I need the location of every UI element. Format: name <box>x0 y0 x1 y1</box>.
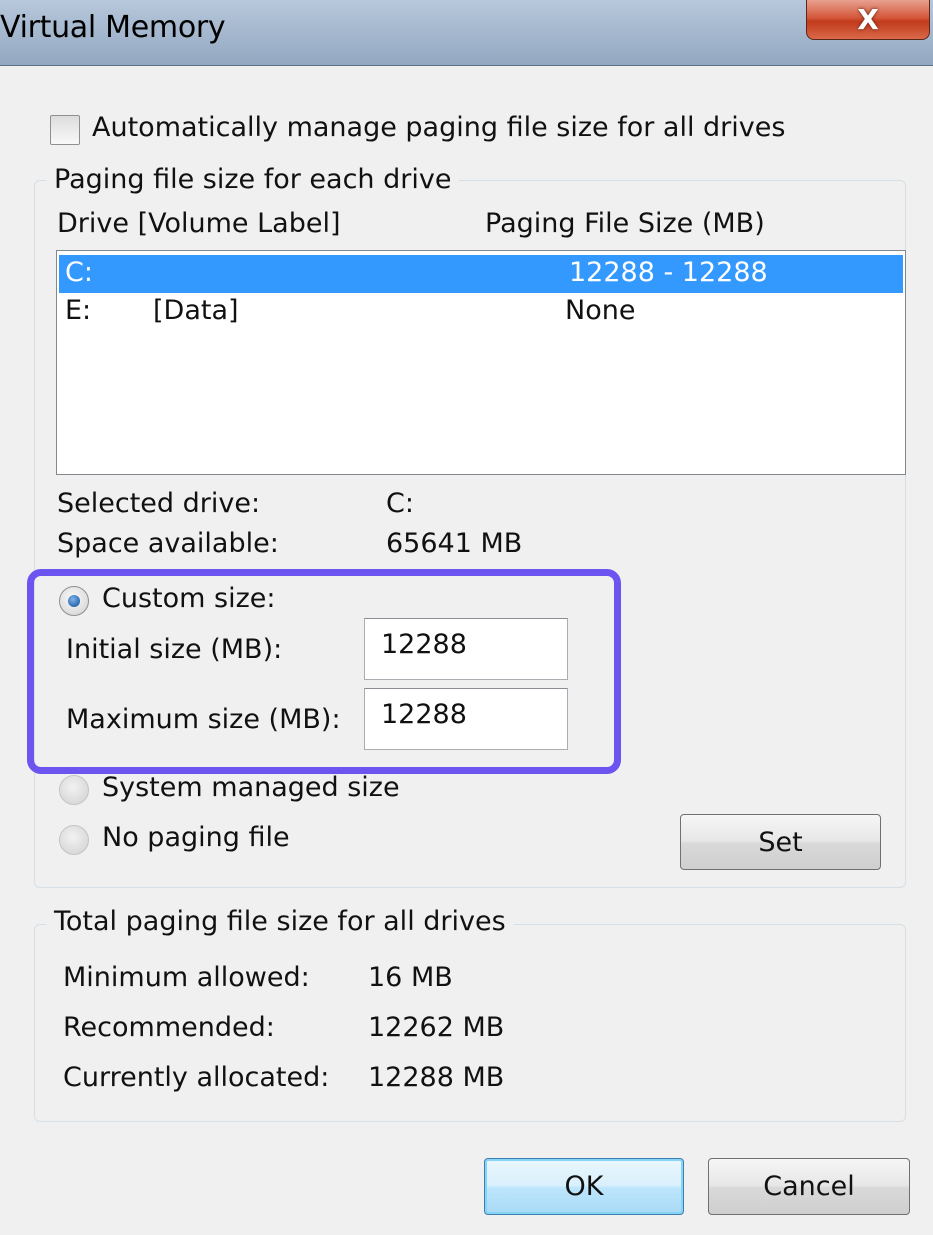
close-icon: X <box>857 3 879 36</box>
paging-group-title: Paging file size for each drive <box>46 164 460 195</box>
cancel-button[interactable]: Cancel <box>708 1158 910 1215</box>
size-column-header: Paging File Size (MB) <box>485 208 765 239</box>
ok-button-label: OK <box>564 1171 604 1202</box>
initial-size-input[interactable]: 12288 <box>364 618 568 680</box>
list-item[interactable]: C: 12288 - 12288 <box>59 255 903 293</box>
currently-allocated-label: Currently allocated: <box>63 1062 330 1093</box>
selected-drive-value: C: <box>386 488 414 519</box>
system-managed-radio[interactable] <box>59 775 89 805</box>
selected-drive-label: Selected drive: <box>57 488 261 519</box>
list-item[interactable]: E: [Data] None <box>59 293 903 331</box>
no-paging-radio[interactable] <box>59 825 89 855</box>
space-available-label: Space available: <box>57 528 279 559</box>
paging-size: 12288 - 12288 <box>569 257 768 288</box>
ok-button[interactable]: OK <box>484 1158 684 1215</box>
title-bar: Virtual Memory X <box>0 0 933 66</box>
auto-manage-label[interactable]: Automatically manage paging file size fo… <box>92 112 785 143</box>
close-button[interactable]: X <box>806 0 930 40</box>
total-group-title: Total paging file size for all drives <box>46 906 514 937</box>
custom-size-label[interactable]: Custom size: <box>102 583 275 614</box>
window-title: Virtual Memory <box>0 10 226 45</box>
system-managed-label[interactable]: System managed size <box>102 772 400 803</box>
drive-column-header: Drive [Volume Label] <box>57 208 341 239</box>
maximum-size-label: Maximum size (MB): <box>66 704 341 735</box>
dialog-body: Automatically manage paging file size fo… <box>0 66 933 1235</box>
initial-size-label: Initial size (MB): <box>66 634 283 665</box>
drive-letter: E: <box>65 295 92 326</box>
currently-allocated-value: 12288 MB <box>368 1062 505 1093</box>
drive-letter: C: <box>65 257 93 288</box>
set-button[interactable]: Set <box>680 814 881 870</box>
auto-manage-checkbox[interactable] <box>50 115 80 145</box>
minimum-allowed-value: 16 MB <box>368 962 453 993</box>
maximum-size-value: 12288 <box>381 699 467 730</box>
maximum-size-input[interactable]: 12288 <box>364 688 568 750</box>
custom-size-radio[interactable] <box>59 586 89 616</box>
cancel-button-label: Cancel <box>763 1171 855 1202</box>
recommended-value: 12262 MB <box>368 1012 505 1043</box>
paging-size: None <box>565 295 636 326</box>
initial-size-value: 12288 <box>381 629 467 660</box>
drive-list[interactable]: C: 12288 - 12288 E: [Data] None <box>56 250 906 475</box>
recommended-label: Recommended: <box>63 1012 275 1043</box>
minimum-allowed-label: Minimum allowed: <box>63 962 310 993</box>
no-paging-label[interactable]: No paging file <box>102 822 290 853</box>
set-button-label: Set <box>758 826 803 858</box>
volume-label: [Data] <box>153 295 239 326</box>
space-available-value: 65641 MB <box>386 528 523 559</box>
